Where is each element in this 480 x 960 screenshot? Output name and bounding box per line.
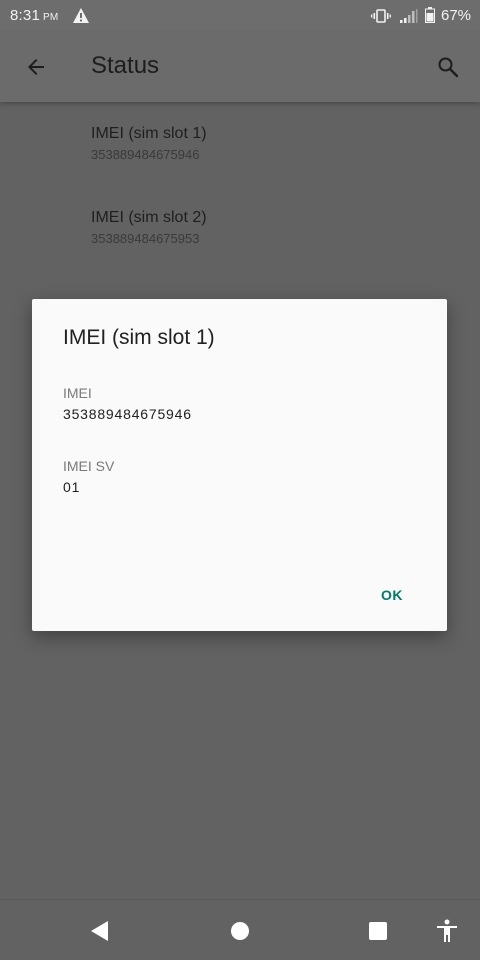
navigation-bar (0, 899, 480, 960)
status-ampm: PM (43, 12, 59, 23)
list-item-summary: 353889484675953 (91, 231, 200, 246)
imei-dialog: IMEI (sim slot 1) IMEI 353889484675946 I… (32, 299, 447, 631)
warning-icon (73, 8, 89, 23)
list-item-summary: 353889484675946 (91, 147, 200, 162)
signal-icon (400, 9, 418, 23)
page-title: Status (91, 52, 160, 79)
battery-percent: 67% (441, 7, 472, 24)
status-time: 8:31 PM (10, 7, 58, 24)
status-time-value: 8:31 (10, 7, 40, 24)
nav-home-button[interactable] (222, 913, 258, 949)
screen: 8:31 PM 67% Status IMEI (sim slot 1) 353… (0, 0, 480, 960)
recents-square-icon (369, 922, 387, 940)
list-item-title: IMEI (sim slot 1) (91, 125, 207, 142)
imei-label: IMEI (63, 385, 92, 401)
back-arrow-icon (28, 59, 44, 75)
list-item-imei-slot-1[interactable]: IMEI (sim slot 1) 353889484675946 (91, 124, 451, 164)
list-item-title: IMEI (sim slot 2) (91, 209, 207, 226)
back-button[interactable] (18, 49, 54, 85)
home-circle-icon (231, 922, 249, 940)
imei-value: 353889484675946 (63, 406, 192, 422)
back-triangle-icon (91, 921, 108, 941)
nav-recents-button[interactable] (360, 913, 396, 949)
vibrate-icon (371, 9, 391, 23)
imei-sv-value: 01 (63, 479, 81, 495)
battery-icon (425, 7, 435, 23)
imei-sv-label: IMEI SV (63, 458, 115, 474)
dialog-title: IMEI (sim slot 1) (63, 326, 215, 349)
search-icon (438, 57, 459, 78)
nav-accessibility-button[interactable] (429, 913, 465, 949)
accessibility-icon (437, 919, 457, 942)
nav-back-button[interactable] (82, 913, 118, 949)
app-bar: Status (0, 32, 480, 102)
list-item-imei-slot-2[interactable]: IMEI (sim slot 2) 353889484675953 (91, 208, 451, 248)
search-button[interactable] (430, 49, 466, 85)
ok-button[interactable]: OK (370, 577, 414, 613)
status-bar: 8:31 PM 67% (0, 0, 480, 32)
